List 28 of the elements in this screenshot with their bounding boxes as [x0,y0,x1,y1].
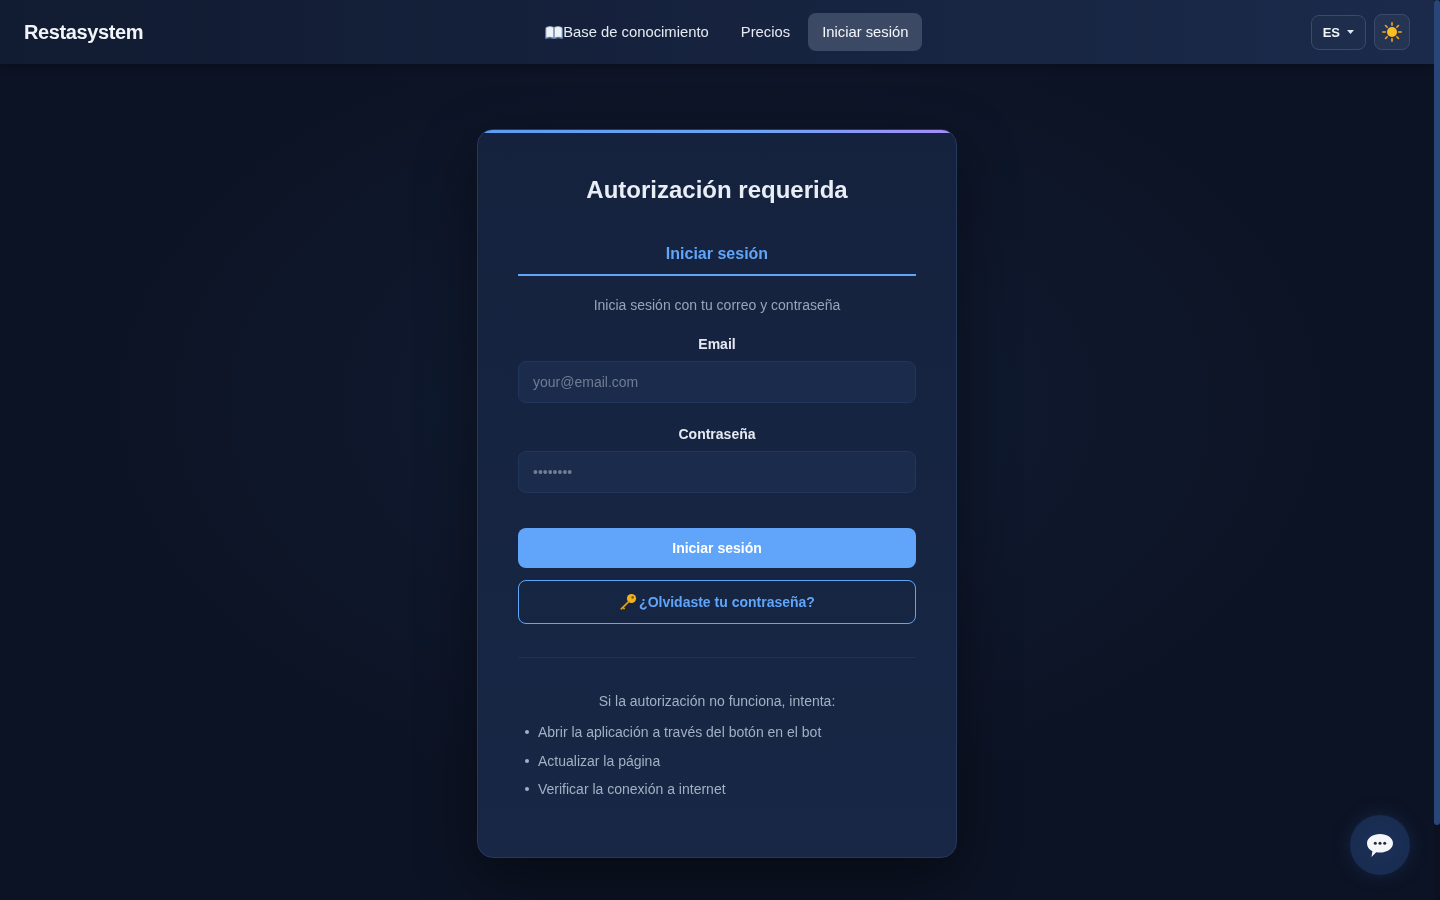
bullet-icon [525,730,529,734]
sun-icon [1382,22,1402,42]
caret-icon [1347,30,1354,34]
bullet-icon [525,758,529,763]
help-list-item: Verificar la conexión a internet [538,780,726,798]
chat-bubble-icon [1366,832,1394,858]
tab[interactable]: Iniciar sesión [518,233,916,276]
bullet-icon [525,787,529,791]
language-dropdown[interactable]: ES [1310,14,1366,50]
help-list-item: Abrir la aplicación a través del botón en el bot [538,723,822,741]
nav-link[interactable]: Iniciar sesión [808,13,923,51]
help-text: Si la autorización no funciona, intenta: [598,692,836,710]
chat-button[interactable] [1350,815,1410,875]
scrollbar-thumb[interactable] [1434,0,1440,825]
input-field[interactable]: •••••••• [518,451,916,493]
key-icon [619,593,638,611]
card-title: Autorización requerida [585,175,849,205]
subtitle: Inicia sesión con tu correo y contraseña [592,296,842,314]
field-label: Contraseña [678,425,756,443]
field-label: Email [698,335,736,353]
nav-link[interactable]: Base de conocimiento [531,13,723,51]
logo[interactable]: Restasystem [24,20,143,44]
forgot-password-button[interactable]: ¿Olvidaste tu contraseña? [518,580,916,624]
book-icon [545,25,564,39]
theme-toggle-button[interactable] [1374,14,1410,50]
help-list-item: Actualizar la página [538,751,661,770]
nav-link[interactable]: Precios [726,13,805,51]
input-field[interactable]: your@email.com [518,361,916,403]
